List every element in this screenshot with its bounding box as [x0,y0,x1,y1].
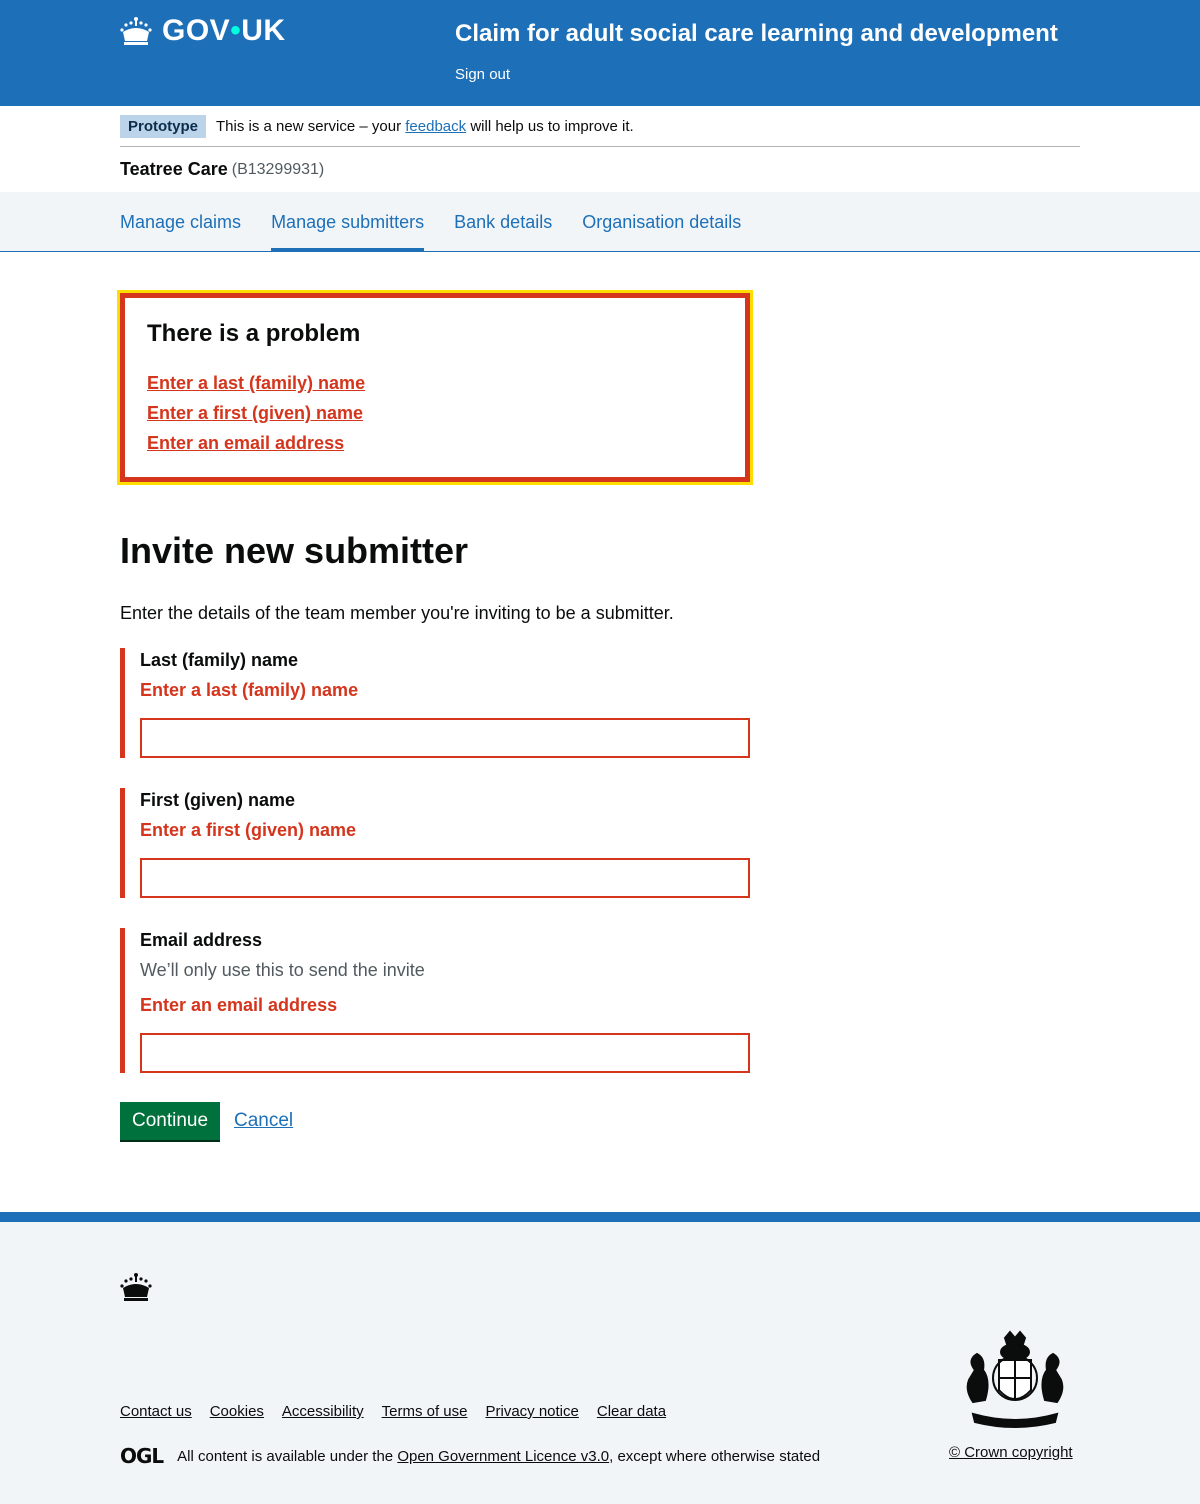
error-summary-title: There is a problem [147,320,361,347]
licence-link[interactable]: Open Government Licence v3.0 [397,1448,609,1465]
email-label: Email address [140,930,263,950]
footer-link-cookies[interactable]: Cookies [210,1403,264,1420]
last-name-group: Last (family) name Enter a last (family)… [120,648,750,758]
govuk-logo-link[interactable]: GOV•UK [120,14,286,48]
crown-icon [120,1273,152,1301]
last-name-label: Last (family) name [140,650,299,670]
error-link-email[interactable]: Enter an email address [147,428,723,458]
logo-text: GOV•UK [162,14,286,47]
ogl-logo: OGL [120,1444,164,1468]
footer-link-contact[interactable]: Contact us [120,1403,192,1420]
last-name-error: Enter a last (family) name [140,680,359,700]
feedback-link[interactable]: feedback [405,118,466,135]
first-name-error: Enter a first (given) name [140,820,357,840]
first-name-label: First (given) name [140,790,296,810]
footer-links: Contact us Cookies Accessibility Terms o… [120,1403,684,1420]
tab-manage-claims[interactable]: Manage claims [120,192,241,252]
first-name-input[interactable] [140,858,750,898]
error-summary: There is a problem Enter a last (family)… [117,290,753,485]
service-name[interactable]: Claim for adult social care learning and… [455,20,1058,48]
email-hint: We’ll only use this to send the invite [140,960,425,980]
site-footer: Contact us Cookies Accessibility Terms o… [0,1212,1200,1504]
email-input[interactable] [140,1033,750,1073]
licence-text: All content is available under the Open … [177,1447,821,1465]
crown-copyright-link[interactable]: © Crown copyright [949,1444,1073,1461]
first-name-group: First (given) name Enter a first (given)… [120,788,750,898]
intro-text: Enter the details of the team member you… [120,603,674,623]
page-title: Invite new submitter [120,530,469,571]
continue-button[interactable]: Continue [120,1102,221,1140]
licence: OGL All content is available under the O… [120,1444,820,1468]
error-list: Enter a last (family) name Enter a first… [147,368,723,458]
email-error: Enter an email address [140,995,338,1015]
royal-coat-of-arms-icon [966,1330,1064,1428]
org-name: Teatree Care [120,159,228,179]
email-group: Email address We’ll only use this to sen… [120,928,750,1073]
cancel-link[interactable]: Cancel [234,1110,293,1132]
tab-manage-submitters[interactable]: Manage submitters [271,192,425,252]
phase-banner: Prototype This is a new service – your f… [120,106,1080,147]
phase-text: This is a new service – your feedback wi… [216,117,634,135]
footer-link-clear-data[interactable]: Clear data [597,1403,666,1420]
sub-navigation: Manage claims Manage submitters Bank det… [0,192,1200,252]
sign-out-link[interactable]: Sign out [455,66,510,83]
footer-link-accessibility[interactable]: Accessibility [282,1403,364,1420]
last-name-input[interactable] [140,718,750,758]
footer-link-privacy[interactable]: Privacy notice [485,1403,578,1420]
site-header: GOV•UK Claim for adult social care learn… [0,0,1200,106]
error-link-last-name[interactable]: Enter a last (family) name [147,368,723,398]
phase-tag: Prototype [120,114,207,138]
tab-bank-details[interactable]: Bank details [454,192,552,252]
footer-link-terms[interactable]: Terms of use [382,1403,468,1420]
error-link-first-name[interactable]: Enter a first (given) name [147,398,723,428]
organisation-heading: Teatree Care (B13299931) [120,147,1080,192]
tab-organisation-details[interactable]: Organisation details [582,192,741,252]
crown-icon [120,17,152,45]
org-id: (B13299931) [231,160,325,178]
